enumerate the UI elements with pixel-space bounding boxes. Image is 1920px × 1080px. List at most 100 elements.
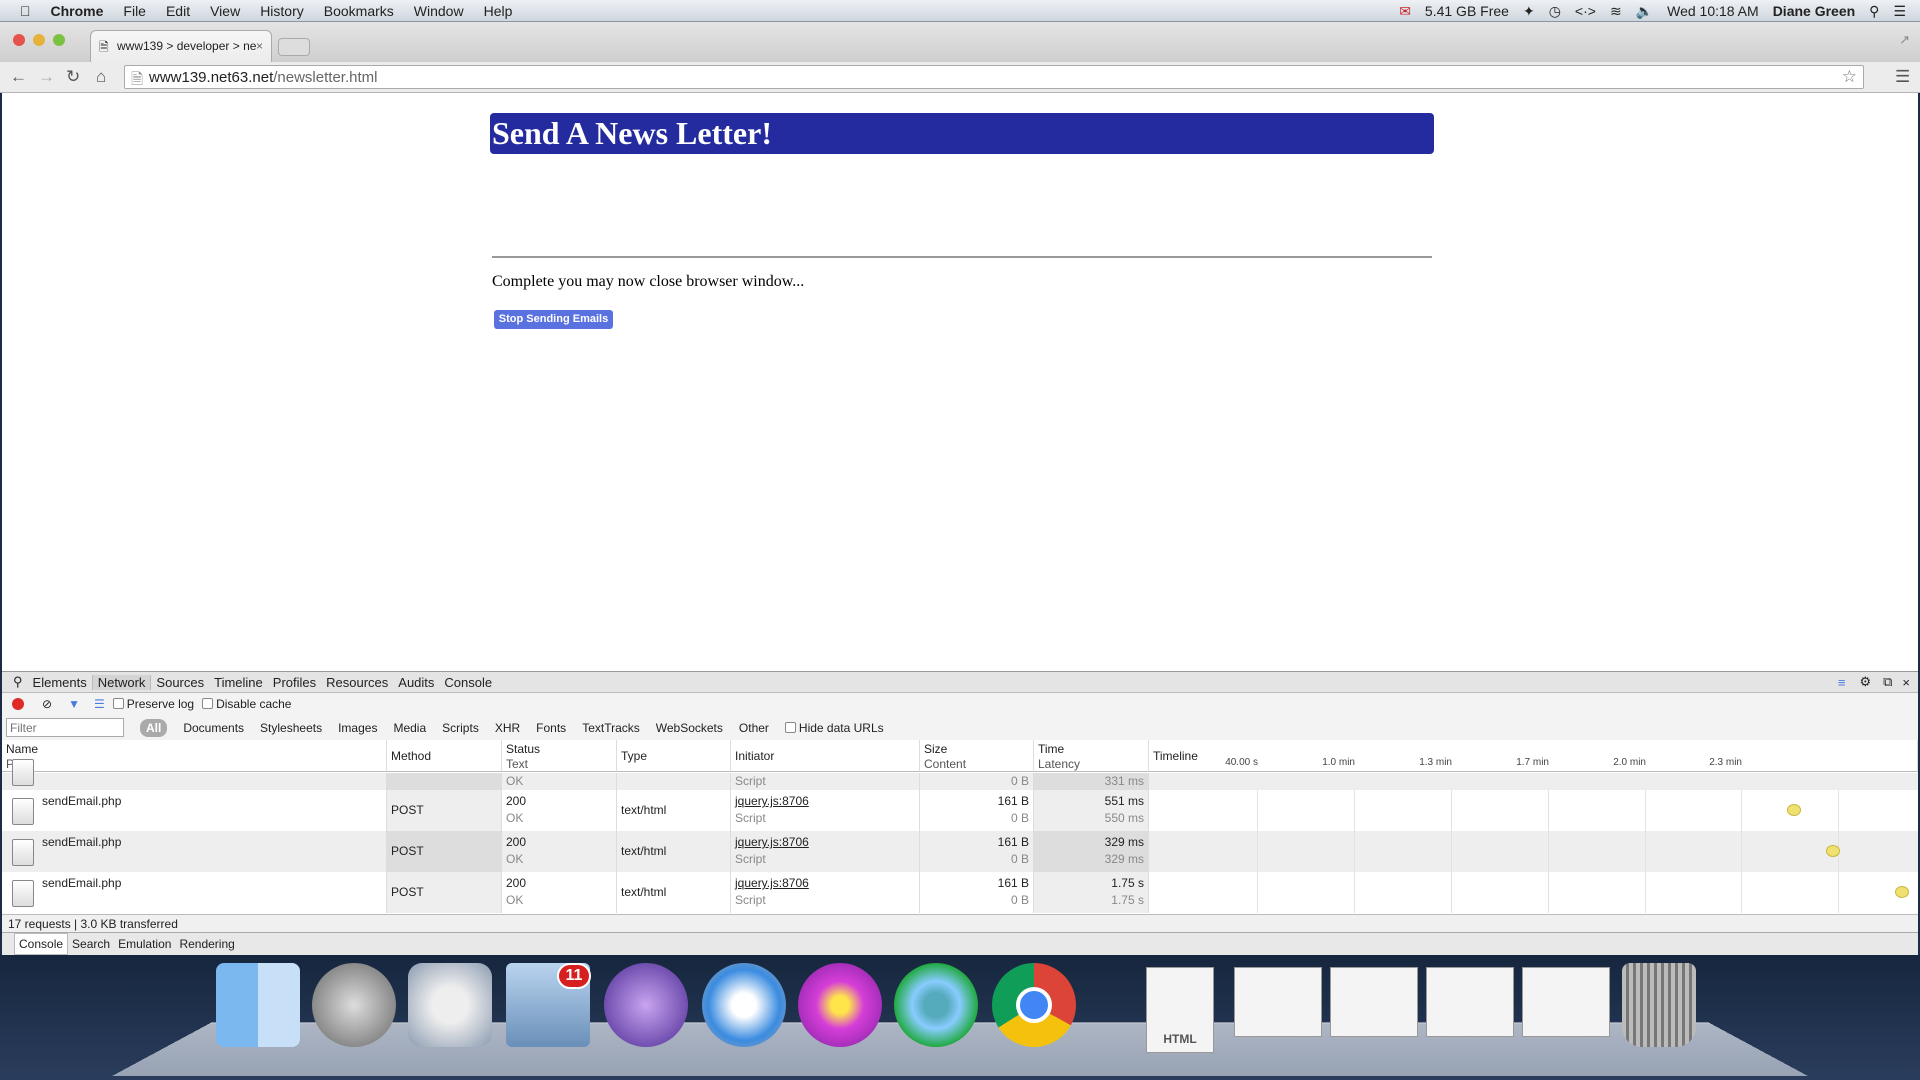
minimize-window-button[interactable] [33, 34, 45, 46]
home-icon[interactable]: ⌂ [96, 67, 106, 87]
zoom-window-button[interactable] [53, 34, 65, 46]
column-timeline[interactable]: Timeline 40.00 s1.0 min1.3 min1.7 min2.0… [1149, 740, 1918, 772]
column-size[interactable]: SizeContent [920, 740, 1034, 772]
table-row[interactable]: sendEmail.php POST 200OK text/html jquer… [2, 790, 1918, 831]
chrome-icon[interactable] [992, 963, 1076, 1047]
initiator-link[interactable]: jquery.js:8706 [735, 793, 915, 810]
new-tab-button[interactable] [278, 38, 310, 56]
notification-list-icon[interactable]: ☰ [1893, 3, 1906, 20]
trash-icon[interactable] [1622, 963, 1696, 1047]
menu-edit[interactable]: Edit [166, 3, 190, 19]
bookmark-star-icon[interactable]: ☆ [1842, 67, 1857, 87]
filter-fonts[interactable]: Fonts [536, 721, 566, 735]
tab-elements[interactable]: Elements [28, 675, 92, 690]
column-status[interactable]: StatusText [502, 740, 617, 772]
clear-icon[interactable]: ⊘ [42, 697, 52, 711]
menu-window[interactable]: Window [414, 3, 464, 19]
column-initiator[interactable]: Initiator [731, 740, 920, 772]
menu-history[interactable]: History [260, 3, 304, 19]
tab-audits[interactable]: Audits [393, 675, 439, 690]
initiator-link[interactable]: jquery.js:8706 [735, 834, 915, 851]
settings-gear-icon[interactable]: ⚙ [1853, 674, 1877, 690]
filter-documents[interactable]: Documents [183, 721, 244, 735]
imovie-icon[interactable] [604, 963, 688, 1047]
browser-tab[interactable]: 🗎 www139 > developer > ne × [90, 30, 272, 62]
window-thumbnail-3[interactable] [1426, 967, 1514, 1037]
drawer-tab-emulation[interactable]: Emulation [114, 934, 175, 954]
clock[interactable]: Wed 10:18 AM [1667, 3, 1759, 19]
system-preferences-icon[interactable] [408, 963, 492, 1047]
filter-input[interactable] [6, 718, 124, 737]
table-row-partial[interactable]: OK Script 0 B 331 ms [2, 773, 1918, 790]
table-row[interactable]: sendEmail.php POST 200OK text/html jquer… [2, 831, 1918, 872]
drawer-tab-search[interactable]: Search [68, 934, 114, 954]
safari-icon[interactable] [702, 963, 786, 1047]
flower-app-icon[interactable] [798, 963, 882, 1047]
table-row[interactable]: sendEmail.php POST 200OK text/html jquer… [2, 872, 1918, 913]
timeline-bar[interactable] [1826, 845, 1840, 857]
filter-all[interactable]: All [140, 719, 167, 737]
user-name[interactable]: Diane Green [1773, 3, 1855, 19]
launchpad-icon[interactable] [312, 963, 396, 1047]
filter-texttracks[interactable]: TextTracks [582, 721, 640, 735]
menu-view[interactable]: View [210, 3, 240, 19]
mail-status-icon[interactable]: ✉ [1399, 3, 1411, 20]
spiral-app-icon[interactable] [894, 963, 978, 1047]
spotlight-icon[interactable]: ⚲ [1869, 3, 1879, 20]
disable-cache-checkbox[interactable]: Disable cache [202, 697, 291, 711]
timeline-bar[interactable] [1895, 886, 1909, 898]
disk-free[interactable]: 5.41 GB Free [1425, 3, 1509, 19]
menu-bookmarks[interactable]: Bookmarks [324, 3, 394, 19]
filter-other[interactable]: Other [739, 721, 769, 735]
filter-xhr[interactable]: XHR [495, 721, 520, 735]
apple-icon[interactable]:  [20, 3, 31, 19]
stop-sending-emails-button[interactable]: Stop Sending Emails [494, 310, 613, 329]
menu-app-name[interactable]: Chrome [51, 3, 104, 19]
filter-websockets[interactable]: WebSockets [656, 721, 723, 735]
window-thumbnail-1[interactable] [1234, 967, 1322, 1037]
forward-icon[interactable]: → [38, 67, 55, 87]
devtools-search-icon[interactable]: ⚲ [8, 674, 28, 690]
timeline-bar[interactable] [1787, 804, 1801, 816]
wifi-icon[interactable]: ≋ [1610, 3, 1622, 20]
close-devtools-icon[interactable]: × [1898, 675, 1918, 690]
initiator-link[interactable]: jquery.js:8706 [735, 875, 915, 892]
address-bar[interactable]: 🗎 www139.net63.net/newsletter.html ☆ [124, 65, 1864, 89]
code-icon[interactable]: <·> [1575, 3, 1596, 19]
close-window-button[interactable] [13, 34, 25, 46]
drawer-tab-console[interactable]: Console [14, 933, 68, 955]
request-name[interactable]: sendEmail.php [42, 794, 121, 808]
hide-data-urls-checkbox[interactable]: Hide data URLs [785, 721, 884, 735]
record-icon[interactable] [12, 698, 24, 710]
tab-profiles[interactable]: Profiles [268, 675, 321, 690]
filter-icon[interactable]: ▼ [68, 697, 80, 711]
drawer-tab-rendering[interactable]: Rendering [175, 934, 238, 954]
bluetooth-icon[interactable]: ✦ [1523, 3, 1535, 20]
tab-timeline[interactable]: Timeline [209, 675, 268, 690]
request-name[interactable]: sendEmail.php [42, 876, 121, 890]
html-document-icon[interactable]: HTML [1146, 967, 1214, 1053]
volume-icon[interactable]: 🔈 [1636, 3, 1653, 20]
time-machine-icon[interactable]: ◷ [1549, 3, 1561, 20]
close-tab-icon[interactable]: × [256, 39, 263, 53]
menu-help[interactable]: Help [484, 3, 513, 19]
preserve-log-checkbox[interactable]: Preserve log [113, 697, 194, 711]
chrome-menu-icon[interactable]: ☰ [1895, 67, 1910, 87]
list-view-icon[interactable]: ☰ [94, 697, 105, 711]
filter-scripts[interactable]: Scripts [442, 721, 479, 735]
tab-network[interactable]: Network [92, 675, 152, 690]
back-icon[interactable]: ← [10, 67, 27, 87]
filter-stylesheets[interactable]: Stylesheets [260, 721, 322, 735]
show-drawer-icon[interactable]: ≡ [1830, 675, 1854, 690]
fullscreen-icon[interactable]: ↗ [1899, 32, 1910, 48]
filter-media[interactable]: Media [393, 721, 426, 735]
reload-icon[interactable]: ↻ [66, 67, 80, 87]
tab-resources[interactable]: Resources [321, 675, 393, 690]
request-name[interactable]: sendEmail.php [42, 835, 121, 849]
column-time[interactable]: TimeLatency [1034, 740, 1149, 772]
dock-side-icon[interactable]: ⧉ [1877, 674, 1898, 690]
tab-console[interactable]: Console [439, 675, 497, 690]
tab-sources[interactable]: Sources [151, 675, 209, 690]
column-method[interactable]: Method [387, 740, 502, 772]
filter-images[interactable]: Images [338, 721, 377, 735]
